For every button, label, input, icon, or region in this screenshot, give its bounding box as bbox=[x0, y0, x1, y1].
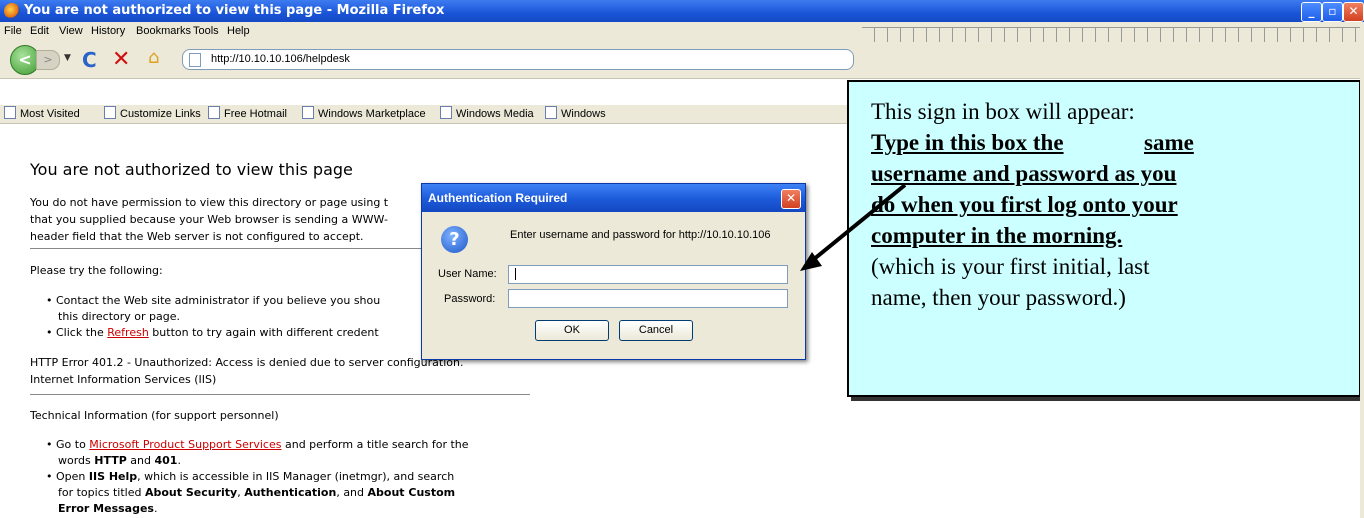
divider bbox=[30, 394, 530, 395]
bookmark-icon bbox=[104, 106, 116, 119]
error-text: HTTP Error 401.2 - Unauthorized: Access … bbox=[30, 356, 464, 369]
bookmark-label: Windows Marketplace bbox=[318, 108, 426, 120]
dialog-close-button[interactable]: ✕ bbox=[781, 189, 801, 209]
forward-button[interactable]: > bbox=[36, 50, 60, 70]
list-text-cont: Error Messages. bbox=[58, 502, 158, 515]
firefox-window: You are not authorized to view this page… bbox=[0, 0, 1364, 518]
list-item: • Open IIS Help, which is accessible in … bbox=[46, 470, 455, 483]
authentication-dialog: Authentication Required ✕ ? Enter userna… bbox=[421, 183, 806, 360]
intro-text-3: header field that the Web server is not … bbox=[30, 230, 364, 243]
callout-line-1: This sign in box will appear: bbox=[871, 99, 1135, 124]
cancel-button[interactable]: Cancel bbox=[619, 320, 693, 341]
microsoft-support-link[interactable]: Microsoft Product Support Services bbox=[89, 438, 281, 451]
bookmark-windows-media[interactable]: Windows Media bbox=[440, 105, 534, 123]
bookmark-free-hotmail[interactable]: Free Hotmail bbox=[208, 105, 287, 123]
search-toolbar bbox=[862, 27, 1362, 42]
bookmark-label: Windows bbox=[561, 108, 606, 120]
menu-help[interactable]: Help bbox=[227, 22, 250, 40]
url-text: http://10.10.10.106/helpdesk bbox=[211, 53, 350, 65]
reload-button[interactable]: C bbox=[82, 48, 97, 72]
home-button[interactable]: ⌂ bbox=[148, 47, 159, 68]
window-title: You are not authorized to view this page… bbox=[24, 3, 445, 18]
list-text-cont: words HTTP and 401. bbox=[58, 454, 181, 467]
bookmark-label: Free Hotmail bbox=[224, 108, 287, 120]
list-item: • Contact the Web site administrator if … bbox=[46, 294, 381, 307]
password-field[interactable] bbox=[508, 289, 788, 308]
dialog-message: Enter username and password for http://1… bbox=[510, 229, 771, 241]
list-item: • Go to Microsoft Product Support Servic… bbox=[46, 438, 469, 451]
bookmark-label: Most Visited bbox=[20, 108, 80, 120]
menu-edit[interactable]: Edit bbox=[30, 22, 49, 40]
navigation-toolbar: < > ▼ C ✕ ⌂ http://10.10.10.106/helpdesk bbox=[0, 40, 1364, 79]
address-bar[interactable]: http://10.10.10.106/helpdesk bbox=[182, 49, 854, 70]
bookmark-customize-links[interactable]: Customize Links bbox=[104, 105, 201, 123]
text-cursor bbox=[515, 268, 516, 280]
page-heading: You are not authorized to view this page bbox=[30, 160, 353, 179]
menu-file[interactable]: File bbox=[4, 22, 22, 40]
bookmark-icon bbox=[208, 106, 220, 119]
callout-line-2b: same bbox=[1144, 130, 1194, 155]
menu-tools[interactable]: Tools bbox=[193, 22, 219, 40]
bookmark-icon bbox=[4, 106, 16, 119]
list-text: and perform a title search for the bbox=[281, 438, 469, 451]
history-dropdown-icon[interactable]: ▼ bbox=[64, 53, 71, 63]
intro-text-2: that you supplied because your Web brows… bbox=[30, 213, 388, 226]
bookmark-most-visited[interactable]: Most Visited bbox=[4, 105, 80, 123]
tech-heading: Technical Information (for support perso… bbox=[30, 409, 279, 422]
menu-view[interactable]: View bbox=[59, 22, 83, 40]
question-icon: ? bbox=[441, 226, 468, 253]
page-icon bbox=[189, 53, 201, 67]
dialog-title: Authentication Required bbox=[428, 191, 568, 205]
list-text: , which is accessible in IIS Manager (in… bbox=[137, 470, 455, 483]
password-label: Password: bbox=[444, 293, 496, 305]
callout-line-3: username and password as you bbox=[871, 161, 1177, 186]
refresh-link[interactable]: Refresh bbox=[107, 326, 149, 339]
maximize-button[interactable]: ▫ bbox=[1322, 2, 1343, 22]
menu-history[interactable]: History bbox=[91, 22, 125, 40]
callout-line-5: computer in the morning. bbox=[871, 223, 1123, 248]
username-label: User Name: bbox=[438, 268, 497, 280]
ok-button[interactable]: OK bbox=[535, 320, 609, 341]
title-bar: You are not authorized to view this page… bbox=[0, 0, 1364, 22]
list-text: Open bbox=[56, 470, 89, 483]
bookmark-icon bbox=[440, 106, 452, 119]
list-text-cont: this directory or page. bbox=[58, 310, 180, 323]
list-text-cont: for topics titled About Security, Authen… bbox=[58, 486, 456, 499]
list-item: • Click the Refresh button to try again … bbox=[46, 326, 379, 339]
minimize-button[interactable]: _ bbox=[1301, 2, 1322, 22]
dialog-title-bar: Authentication Required bbox=[422, 184, 805, 212]
list-text: Contact the Web site administrator if yo… bbox=[56, 294, 381, 307]
list-text: Go to bbox=[56, 438, 90, 451]
bookmark-icon bbox=[545, 106, 557, 119]
list-text: IIS Help bbox=[88, 470, 138, 483]
close-button[interactable]: ✕ bbox=[1343, 2, 1364, 22]
window-right-border bbox=[1360, 22, 1364, 518]
try-heading: Please try the following: bbox=[30, 264, 163, 277]
bookmark-icon bbox=[302, 106, 314, 119]
list-text: button to try again with different crede… bbox=[148, 326, 379, 339]
bookmark-windows[interactable]: Windows bbox=[545, 105, 606, 123]
bookmark-windows-marketplace[interactable]: Windows Marketplace bbox=[302, 105, 426, 123]
menu-bookmarks[interactable]: Bookmarks bbox=[136, 22, 191, 40]
callout-line-4: do when you first log onto your bbox=[871, 192, 1178, 217]
instruction-callout: This sign in box will appear: Type in th… bbox=[847, 80, 1361, 397]
list-text: Click the bbox=[56, 326, 108, 339]
iis-text: Internet Information Services (IIS) bbox=[30, 373, 217, 386]
callout-line-7: name, then your password.) bbox=[871, 285, 1126, 310]
callout-line-6: (which is your first initial, last bbox=[871, 254, 1150, 279]
callout-line-2a: Type in this box the bbox=[871, 130, 1064, 155]
stop-button[interactable]: ✕ bbox=[112, 47, 130, 72]
username-field[interactable] bbox=[508, 265, 788, 284]
intro-text-1: You do not have permission to view this … bbox=[30, 196, 389, 209]
bookmark-label: Windows Media bbox=[456, 108, 534, 120]
bookmark-label: Customize Links bbox=[120, 108, 201, 120]
firefox-icon bbox=[4, 3, 20, 19]
